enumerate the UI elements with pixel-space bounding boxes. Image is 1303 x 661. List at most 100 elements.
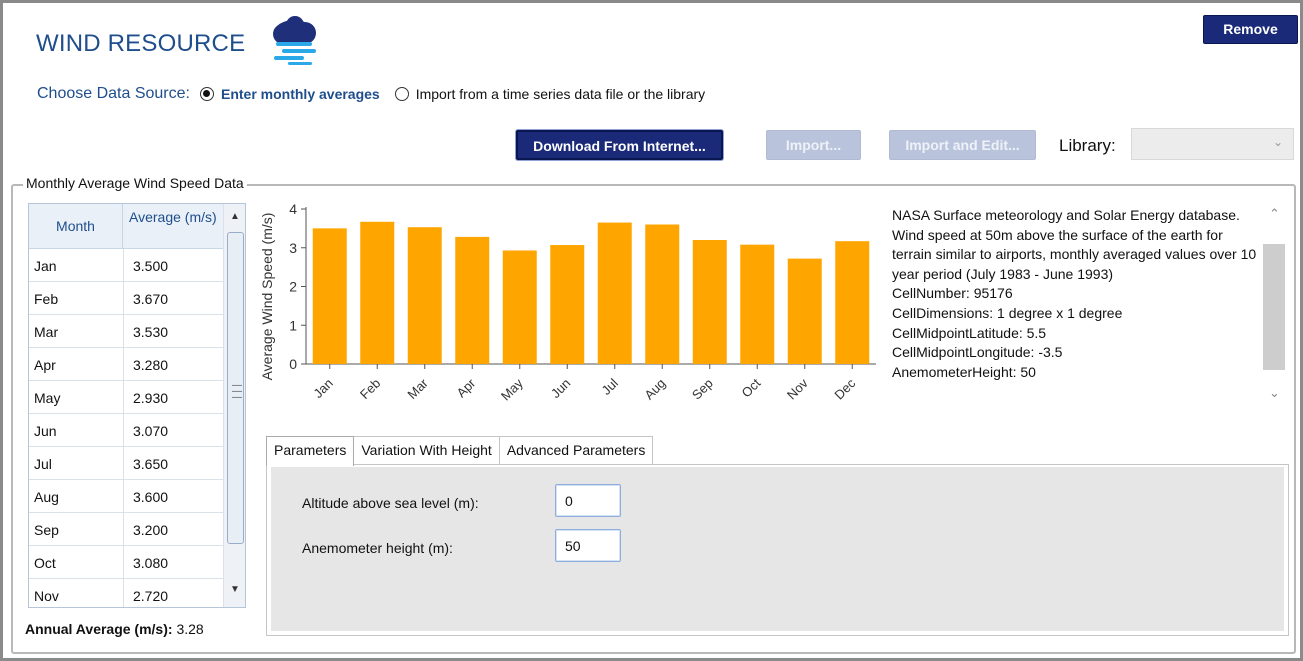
x-tick-label: Sep [689, 376, 716, 403]
x-tick-label: Dec [831, 375, 858, 402]
table-row[interactable]: Jun 3.070 [29, 414, 223, 447]
cell-average[interactable]: 2.930 [133, 390, 168, 406]
table-row[interactable]: Aug 3.600 [29, 480, 223, 513]
bar-apr [455, 236, 490, 364]
cell-divider [123, 315, 124, 348]
bar-jun [550, 245, 585, 364]
cell-average[interactable]: 3.200 [133, 522, 168, 538]
y-tick-label: 1 [289, 317, 297, 333]
scroll-up-arrow-icon[interactable]: ▲ [230, 211, 240, 222]
cell-month[interactable]: Jun [34, 423, 57, 439]
annual-average-label: Annual Average (m/s): [25, 621, 173, 637]
x-tick-label: Mar [404, 375, 431, 402]
cell-month[interactable]: May [34, 390, 60, 406]
bar-jul [597, 222, 632, 364]
scroll-down-arrow-icon[interactable]: ▼ [230, 584, 240, 595]
tab-advanced-parameters[interactable]: Advanced Parameters [498, 436, 654, 465]
tab-variation-with-height[interactable]: Variation With Height [353, 436, 500, 465]
altitude-input[interactable]: 0 [555, 484, 621, 517]
description-line: CellMidpointLongitude: -3.5 [892, 344, 1063, 361]
cell-month[interactable]: Jan [34, 258, 57, 274]
anemometer-height-input[interactable]: 50 [555, 529, 621, 562]
cell-average[interactable]: 3.530 [133, 324, 168, 340]
wind-speed-chart: 0 1 2 3 4 Average Wind Speed (m/s) Jan Feb Mar Ap… [259, 201, 876, 403]
table-row[interactable]: Oct 3.080 [29, 546, 223, 579]
description-line: CellNumber: 95176 [892, 285, 1013, 302]
cell-month[interactable]: Aug [34, 489, 59, 505]
y-tick-label: 0 [289, 356, 297, 372]
chevron-down-icon[interactable]: ⌄ [1269, 385, 1280, 401]
column-header-average[interactable]: Average (m/s) [129, 208, 219, 226]
x-tick-label: Nov [784, 375, 811, 402]
scroll-thumb[interactable]: — — — [227, 232, 244, 544]
cell-divider [123, 414, 124, 447]
table-row[interactable]: Jan 3.500 [29, 249, 223, 282]
cell-divider [123, 513, 124, 546]
y-tick-label: 3 [289, 240, 297, 256]
cell-average[interactable]: 3.070 [133, 423, 168, 439]
x-tick-label: Jun [548, 376, 573, 401]
bar-jan [312, 228, 347, 364]
cell-divider [123, 282, 124, 315]
radio-monthly-label[interactable]: Enter monthly averages [221, 86, 380, 102]
radio-import[interactable] [394, 87, 409, 101]
chevron-down-icon: ⌄ [1272, 135, 1283, 149]
x-tick-label: May [498, 375, 526, 403]
monthly-average-table[interactable]: Month Average (m/s) Jan 3.500 Feb 3.670 Mar 3… [28, 203, 246, 608]
column-header-month[interactable]: Month [29, 204, 123, 249]
altitude-label: Altitude above sea level (m): [302, 495, 479, 511]
data-source-row: Choose Data Source: Enter monthly averag… [37, 83, 705, 105]
x-tick-label: Feb [357, 376, 383, 402]
description-line: CellDimensions: 1 degree x 1 degree [892, 304, 1123, 321]
page-title: WIND RESOURCE [36, 30, 246, 57]
radio-import-label[interactable]: Import from a time series data file or t… [416, 86, 705, 102]
cell-average[interactable]: 3.080 [133, 555, 168, 571]
cell-month[interactable]: Feb [34, 291, 58, 307]
tab-parameters[interactable]: Parameters [266, 436, 355, 466]
remove-button[interactable]: Remove [1203, 15, 1298, 44]
x-tick-label: Jul [599, 375, 621, 397]
cell-average[interactable]: 2.720 [133, 588, 168, 604]
cell-month[interactable]: Mar [34, 324, 58, 340]
y-tick-label: 2 [289, 279, 297, 295]
table-row[interactable]: Apr 3.280 [29, 348, 223, 381]
cell-average[interactable]: 3.670 [133, 291, 168, 307]
chevron-up-icon[interactable]: ⌃ [1269, 206, 1280, 222]
table-row[interactable]: Mar 3.530 [29, 315, 223, 348]
library-select[interactable]: ⌄ [1131, 128, 1294, 160]
description-scrollbar[interactable]: ⌃ ⌄ [1264, 202, 1288, 412]
parameters-panel-body: Altitude above sea level (m): 0 Anemomet… [271, 467, 1284, 631]
import-button[interactable]: Import... [766, 130, 861, 160]
cell-average[interactable]: 3.650 [133, 456, 168, 472]
table-row[interactable]: Feb 3.670 [29, 282, 223, 315]
x-tick-label: Aug [641, 376, 668, 403]
cell-month[interactable]: Apr [34, 357, 56, 373]
grip-icon: — — — [232, 380, 242, 403]
bar-dec [835, 241, 870, 364]
download-from-internet-button[interactable]: Download From Internet... [516, 130, 723, 160]
x-tick-label: Jan [310, 376, 335, 401]
description-line: Wind speed at 50m above the surface of t… [892, 226, 1257, 282]
cell-average[interactable]: 3.500 [133, 258, 168, 274]
cell-average[interactable]: 3.280 [133, 357, 168, 373]
cell-average[interactable]: 3.600 [133, 489, 168, 505]
table-scrollbar[interactable]: ▲ — — — ▼ [223, 204, 245, 607]
bar-mar [407, 227, 442, 364]
table-row[interactable]: Sep 3.200 [29, 513, 223, 546]
annual-average-value: 3.28 [176, 621, 204, 637]
y-tick-label: 4 [289, 201, 297, 217]
table-row[interactable]: Jul 3.650 [29, 447, 223, 480]
table-row[interactable]: May 2.930 [29, 381, 223, 414]
cell-divider [123, 447, 124, 480]
cell-month[interactable]: Jul [34, 456, 52, 472]
bar-nov [787, 258, 822, 364]
table-row[interactable]: Nov 2.720 [29, 579, 223, 607]
y-axis-label: Average Wind Speed (m/s) [259, 213, 275, 381]
x-tick-label: Apr [453, 375, 478, 400]
cell-month[interactable]: Nov [34, 588, 59, 604]
radio-monthly[interactable] [199, 87, 214, 101]
cell-month[interactable]: Sep [34, 522, 59, 538]
import-and-edit-button[interactable]: Import and Edit... [889, 130, 1036, 160]
cell-month[interactable]: Oct [34, 555, 56, 571]
table-header: Month Average (m/s) [29, 204, 223, 249]
